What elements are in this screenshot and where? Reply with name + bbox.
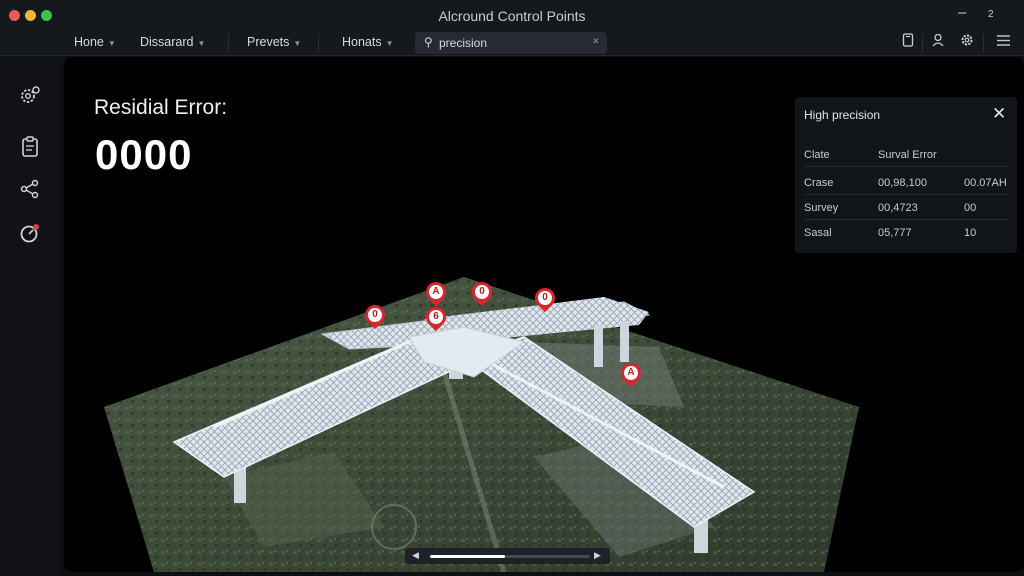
close-icon[interactable]: ✕	[992, 104, 1006, 124]
menu-label: Dissarard	[140, 35, 194, 49]
precision-panel: High precision ✕ Clate Surval Error Cras…	[795, 97, 1017, 253]
panel-title: High precision	[804, 108, 881, 122]
table-cell: 10	[964, 227, 977, 239]
search-icon: ⚲	[424, 35, 433, 49]
control-point-marker[interactable]: 0	[360, 300, 390, 331]
table-cell: 00	[964, 202, 977, 214]
table-row[interactable]: Crase 00,98,100 00.07AH	[804, 170, 1008, 195]
menu-label: Hone	[74, 35, 104, 49]
menu-label: Honats	[342, 35, 382, 49]
document-icon[interactable]	[897, 32, 919, 54]
menu-divider	[228, 34, 229, 52]
toolbar-divider	[983, 34, 984, 52]
table-cell: Sasal	[804, 227, 832, 239]
control-point-marker[interactable]: 6	[421, 302, 451, 333]
bridge-pier	[620, 322, 629, 362]
marker-label: 0	[475, 285, 489, 299]
control-point-marker[interactable]: 0	[530, 283, 560, 314]
table-cell: 05,777	[878, 227, 912, 239]
column-header: Clate	[804, 149, 830, 161]
menu-divider	[318, 34, 319, 52]
sidebar	[0, 57, 62, 576]
marker-label: 0	[368, 308, 382, 322]
table-cell: 00,4723	[878, 202, 918, 214]
chevron-down-icon: ▼	[197, 39, 206, 48]
menu-prevets[interactable]: Prevets ▼	[247, 35, 301, 49]
menu-honats[interactable]: Honats ▼	[342, 35, 394, 49]
marker-label: A	[429, 285, 443, 299]
chevron-down-icon: ▼	[385, 39, 394, 48]
marker-label: 0	[538, 291, 552, 305]
timeline-track[interactable]	[430, 555, 590, 558]
table-header-row: Clate Surval Error	[804, 142, 1008, 167]
chevron-down-icon: ▼	[293, 39, 302, 48]
control-point-marker[interactable]: A	[421, 277, 451, 308]
forward-icon[interactable]: ▶	[594, 550, 601, 561]
list-icon[interactable]	[992, 32, 1014, 54]
residual-error-value: 0000	[95, 131, 193, 178]
column-header: Surval Error	[878, 149, 937, 161]
title-bar: Alcround Control Points – 2	[0, 0, 1024, 30]
table-cell: Survey	[804, 202, 839, 214]
user-icon[interactable]	[927, 32, 949, 54]
timeline-scrubber[interactable]: ◀ ▶	[405, 548, 610, 564]
gear-icon[interactable]	[956, 32, 978, 54]
table-cell: 00.07AH	[964, 177, 1007, 189]
target-icon[interactable]	[18, 221, 42, 245]
menu-hone[interactable]: Hone ▼	[74, 35, 116, 49]
table-row[interactable]: Survey 00,4723 00	[804, 195, 1008, 220]
table-cell: 00,98,100	[878, 177, 927, 189]
control-point-marker[interactable]: 0	[467, 277, 497, 308]
rewind-icon[interactable]: ◀	[412, 550, 419, 561]
menu-dissarard[interactable]: Dissarard ▼	[140, 35, 205, 49]
menu-label: Prevets	[247, 35, 290, 49]
residual-error-label: Residial Error:	[94, 96, 228, 119]
marker-label: A	[624, 366, 638, 380]
marker-label: 6	[429, 310, 443, 324]
table-cell: Crase	[804, 177, 834, 189]
settings-icon[interactable]	[18, 83, 42, 107]
timeline-progress	[430, 555, 506, 558]
search-input[interactable]	[439, 34, 589, 52]
chevron-down-icon: ▼	[107, 39, 116, 48]
menu-bar: Hone▼ Dissarard▼ Prevets▼ Honats▼ ⚲ ✕	[0, 30, 1024, 56]
table-row[interactable]: Sasal 05,777 10	[804, 220, 1008, 245]
search-box: ⚲ ✕	[415, 32, 607, 54]
share-icon[interactable]	[18, 177, 42, 201]
window-extra-button[interactable]: 2	[988, 9, 994, 20]
clear-search-icon[interactable]: ✕	[592, 36, 600, 47]
toolbar-divider	[922, 34, 923, 52]
minimize-button[interactable]: –	[958, 4, 966, 21]
bridge-pier	[234, 467, 246, 503]
bridge-pier	[594, 325, 603, 367]
window-title: Alcround Control Points	[438, 8, 586, 24]
control-point-marker[interactable]: A	[616, 358, 646, 389]
clipboard-icon[interactable]	[18, 135, 42, 159]
